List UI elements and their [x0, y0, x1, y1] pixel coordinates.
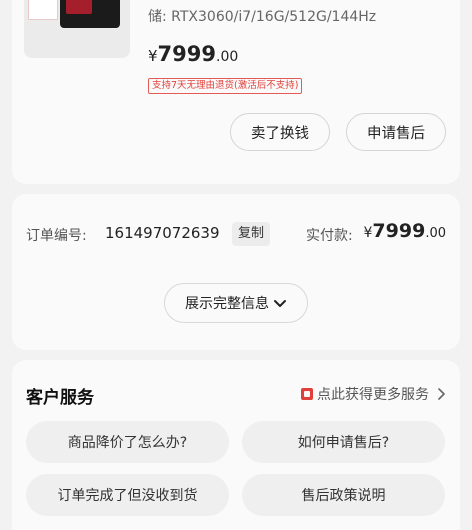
- faq-order-not-received[interactable]: 订单完成了但没收到货: [26, 474, 229, 516]
- show-full-info-button[interactable]: 展示完整信息: [164, 283, 308, 323]
- order-number-label: 订单编号:: [26, 228, 87, 244]
- faq-price-drop[interactable]: 商品降价了怎么办?: [26, 421, 229, 463]
- order-number: 161497072639: [105, 224, 220, 242]
- product-price: ¥7999.00: [148, 42, 238, 66]
- thumbnail-promo-tag: [28, 0, 58, 20]
- customer-service-title: 客户服务: [26, 388, 94, 408]
- product-spec: 储: RTX3060/i7/16G/512G/144Hz: [148, 9, 377, 25]
- return-policy-badge: 支持7天无理由退货(激活后不支持): [148, 78, 303, 94]
- laptop-image: [60, 0, 120, 28]
- more-services-label: 点此获得更多服务: [317, 387, 429, 403]
- faq-how-to-apply-aftersale[interactable]: 如何申请售后?: [242, 421, 445, 463]
- order-number-row: 订单编号: 161497072639 复制 实付款: ¥7999.00: [26, 220, 447, 246]
- chevron-down-icon: [274, 300, 286, 307]
- product-card: 储: RTX3060/i7/16G/512G/144Hz ¥7999.00 支持…: [12, 0, 460, 184]
- more-services-link[interactable]: 点此获得更多服务: [300, 384, 446, 404]
- price-decimal: .00: [216, 49, 239, 65]
- faq-aftersale-policy[interactable]: 售后政策说明: [242, 474, 445, 516]
- chevron-right-icon: [438, 388, 445, 400]
- paid-decimal: .00: [425, 226, 446, 241]
- price-integer: 7999: [157, 42, 216, 66]
- order-info-card: 订单编号: 161497072639 复制 实付款: ¥7999.00 展示完整…: [12, 194, 460, 350]
- sell-button[interactable]: 卖了换钱: [230, 113, 330, 151]
- copy-button[interactable]: 复制: [232, 222, 271, 246]
- apply-aftersale-button[interactable]: 申请售后: [346, 113, 446, 151]
- paid-amount: ¥7999.00: [364, 220, 447, 242]
- paid-integer: 7999: [372, 220, 426, 242]
- service-icon: [301, 388, 313, 400]
- show-full-info-label: 展示完整信息: [185, 296, 269, 312]
- price-symbol: ¥: [148, 47, 158, 65]
- customer-service-card: 客户服务 点此获得更多服务 商品降价了怎么办? 如何申请售后? 订单完成了但没收…: [12, 360, 460, 530]
- paid-amount-label: 实付款:: [306, 228, 353, 244]
- product-thumbnail[interactable]: [24, 0, 130, 58]
